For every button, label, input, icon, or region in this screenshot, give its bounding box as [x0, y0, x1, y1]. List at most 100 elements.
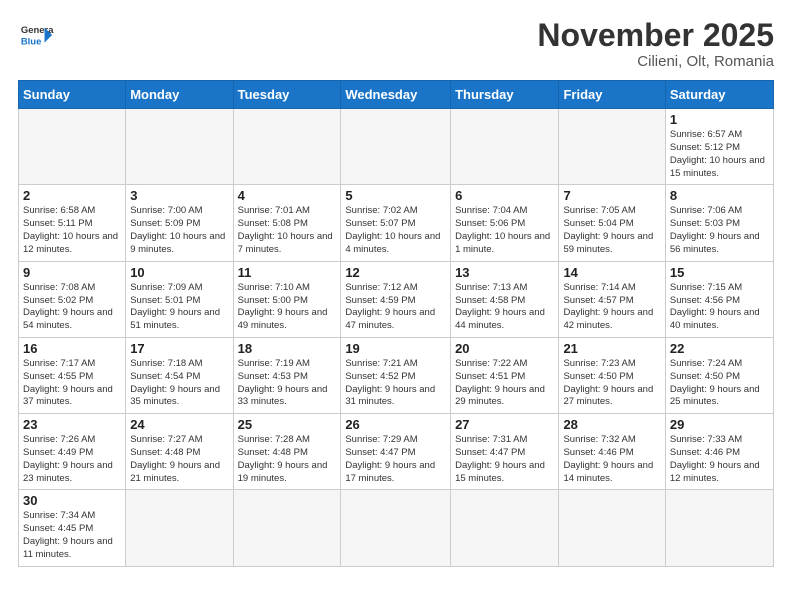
calendar-cell: 17 Sunrise: 7:18 AM Sunset: 4:54 PM Dayli… — [126, 337, 233, 413]
calendar-cell: 3Sunrise: 7:00 AM Sunset: 5:09 PM Daylig… — [126, 185, 233, 261]
day-number: 13 — [455, 265, 554, 280]
day-number: 8 — [670, 188, 769, 203]
day-info: Sunrise: 7:18 AM Sunset: 4:54 PM Dayligh… — [130, 358, 228, 409]
day-info: Sunrise: 7:34 AM Sunset: 4:45 PM Dayligh… — [23, 510, 121, 561]
calendar-cell: 15 Sunrise: 7:15 AM Sunset: 4:56 PM Dayli… — [665, 261, 773, 337]
day-number: 5 — [345, 188, 446, 203]
calendar-cell: 26 Sunrise: 7:29 AM Sunset: 4:47 PM Dayli… — [341, 414, 451, 490]
day-number: 3 — [130, 188, 228, 203]
days-of-week-row: SundayMondayTuesdayWednesdayThursdayFrid… — [19, 81, 774, 109]
calendar-week-row: 1 Sunrise: 6:57 AM Sunset: 5:12 PM Daylig… — [19, 109, 774, 185]
day-of-week-header: Friday — [559, 81, 665, 109]
day-info: Sunrise: 7:06 AM Sunset: 5:03 PM Dayligh… — [670, 205, 769, 256]
day-info: Sunrise: 7:22 AM Sunset: 4:51 PM Dayligh… — [455, 358, 554, 409]
calendar-week-row: 23 Sunrise: 7:26 AM Sunset: 4:49 PM Dayli… — [19, 414, 774, 490]
day-info: Sunrise: 7:10 AM Sunset: 5:00 PM Dayligh… — [238, 282, 337, 333]
calendar-cell: 2 Sunrise: 6:58 AM Sunset: 5:11 PM Daylig… — [19, 185, 126, 261]
day-of-week-header: Tuesday — [233, 81, 341, 109]
day-info: Sunrise: 7:13 AM Sunset: 4:58 PM Dayligh… — [455, 282, 554, 333]
calendar-week-row: 16 Sunrise: 7:17 AM Sunset: 4:55 PM Dayli… — [19, 337, 774, 413]
calendar-cell — [451, 490, 559, 566]
day-number: 28 — [563, 417, 660, 432]
day-number: 2 — [23, 188, 121, 203]
day-info: Sunrise: 7:27 AM Sunset: 4:48 PM Dayligh… — [130, 434, 228, 485]
calendar-cell: 10 Sunrise: 7:09 AM Sunset: 5:01 PM Dayli… — [126, 261, 233, 337]
day-info: Sunrise: 7:17 AM Sunset: 4:55 PM Dayligh… — [23, 358, 121, 409]
day-number: 30 — [23, 493, 121, 508]
day-info: Sunrise: 7:01 AM Sunset: 5:08 PM Dayligh… — [238, 205, 337, 256]
header: General Blue November 2025 Cilieni, Olt,… — [18, 18, 774, 70]
calendar-cell — [559, 109, 665, 185]
day-info: Sunrise: 7:29 AM Sunset: 4:47 PM Dayligh… — [345, 434, 446, 485]
calendar-cell: 8 Sunrise: 7:06 AM Sunset: 5:03 PM Daylig… — [665, 185, 773, 261]
day-info: Sunrise: 7:33 AM Sunset: 4:46 PM Dayligh… — [670, 434, 769, 485]
calendar-cell: 30 Sunrise: 7:34 AM Sunset: 4:45 PM Dayli… — [19, 490, 126, 566]
day-info: Sunrise: 6:57 AM Sunset: 5:12 PM Dayligh… — [670, 129, 769, 180]
day-number: 24 — [130, 417, 228, 432]
day-of-week-header: Sunday — [19, 81, 126, 109]
day-of-week-header: Saturday — [665, 81, 773, 109]
day-info: Sunrise: 7:23 AM Sunset: 4:50 PM Dayligh… — [563, 358, 660, 409]
title-block: November 2025 Cilieni, Olt, Romania — [537, 18, 774, 70]
calendar-table: SundayMondayTuesdayWednesdayThursdayFrid… — [18, 80, 774, 567]
day-info: Sunrise: 7:32 AM Sunset: 4:46 PM Dayligh… — [563, 434, 660, 485]
location-subtitle: Cilieni, Olt, Romania — [537, 53, 774, 70]
calendar-cell: 29 Sunrise: 7:33 AM Sunset: 4:46 PM Dayli… — [665, 414, 773, 490]
calendar-cell: 22 Sunrise: 7:24 AM Sunset: 4:50 PM Dayli… — [665, 337, 773, 413]
calendar-cell — [665, 490, 773, 566]
day-info: Sunrise: 7:26 AM Sunset: 4:49 PM Dayligh… — [23, 434, 121, 485]
calendar-cell: 16 Sunrise: 7:17 AM Sunset: 4:55 PM Dayli… — [19, 337, 126, 413]
day-number: 1 — [670, 112, 769, 127]
day-number: 19 — [345, 341, 446, 356]
calendar-cell: 9Sunrise: 7:08 AM Sunset: 5:02 PM Daylig… — [19, 261, 126, 337]
day-info: Sunrise: 7:28 AM Sunset: 4:48 PM Dayligh… — [238, 434, 337, 485]
calendar-cell: 13 Sunrise: 7:13 AM Sunset: 4:58 PM Dayli… — [451, 261, 559, 337]
day-number: 16 — [23, 341, 121, 356]
calendar-week-row: 2 Sunrise: 6:58 AM Sunset: 5:11 PM Daylig… — [19, 185, 774, 261]
day-info: Sunrise: 7:05 AM Sunset: 5:04 PM Dayligh… — [563, 205, 660, 256]
calendar-week-row: 30 Sunrise: 7:34 AM Sunset: 4:45 PM Dayli… — [19, 490, 774, 566]
calendar-cell: 11 Sunrise: 7:10 AM Sunset: 5:00 PM Dayli… — [233, 261, 341, 337]
calendar-body: 1 Sunrise: 6:57 AM Sunset: 5:12 PM Daylig… — [19, 109, 774, 567]
day-number: 26 — [345, 417, 446, 432]
calendar-cell: 23 Sunrise: 7:26 AM Sunset: 4:49 PM Dayli… — [19, 414, 126, 490]
day-info: Sunrise: 7:31 AM Sunset: 4:47 PM Dayligh… — [455, 434, 554, 485]
day-number: 6 — [455, 188, 554, 203]
day-info: Sunrise: 7:09 AM Sunset: 5:01 PM Dayligh… — [130, 282, 228, 333]
day-number: 27 — [455, 417, 554, 432]
day-info: Sunrise: 7:04 AM Sunset: 5:06 PM Dayligh… — [455, 205, 554, 256]
logo-icon: General Blue — [18, 18, 54, 54]
calendar-cell: 21 Sunrise: 7:23 AM Sunset: 4:50 PM Dayli… — [559, 337, 665, 413]
day-number: 15 — [670, 265, 769, 280]
day-info: Sunrise: 7:19 AM Sunset: 4:53 PM Dayligh… — [238, 358, 337, 409]
day-info: Sunrise: 7:24 AM Sunset: 4:50 PM Dayligh… — [670, 358, 769, 409]
day-number: 7 — [563, 188, 660, 203]
day-info: Sunrise: 6:58 AM Sunset: 5:11 PM Dayligh… — [23, 205, 121, 256]
calendar-week-row: 9Sunrise: 7:08 AM Sunset: 5:02 PM Daylig… — [19, 261, 774, 337]
day-info: Sunrise: 7:15 AM Sunset: 4:56 PM Dayligh… — [670, 282, 769, 333]
day-number: 10 — [130, 265, 228, 280]
day-number: 11 — [238, 265, 337, 280]
calendar-cell: 20Sunrise: 7:22 AM Sunset: 4:51 PM Dayli… — [451, 337, 559, 413]
day-number: 12 — [345, 265, 446, 280]
calendar-cell: 25 Sunrise: 7:28 AM Sunset: 4:48 PM Dayli… — [233, 414, 341, 490]
day-number: 21 — [563, 341, 660, 356]
calendar-cell: 12Sunrise: 7:12 AM Sunset: 4:59 PM Dayli… — [341, 261, 451, 337]
day-number: 14 — [563, 265, 660, 280]
day-number: 29 — [670, 417, 769, 432]
calendar-cell: 4Sunrise: 7:01 AM Sunset: 5:08 PM Daylig… — [233, 185, 341, 261]
calendar-cell: 24 Sunrise: 7:27 AM Sunset: 4:48 PM Dayli… — [126, 414, 233, 490]
day-number: 9 — [23, 265, 121, 280]
calendar-cell: 6 Sunrise: 7:04 AM Sunset: 5:06 PM Daylig… — [451, 185, 559, 261]
day-number: 22 — [670, 341, 769, 356]
day-number: 23 — [23, 417, 121, 432]
calendar-cell: 19 Sunrise: 7:21 AM Sunset: 4:52 PM Dayli… — [341, 337, 451, 413]
calendar-cell — [341, 109, 451, 185]
day-info: Sunrise: 7:14 AM Sunset: 4:57 PM Dayligh… — [563, 282, 660, 333]
logo: General Blue — [18, 18, 54, 54]
day-number: 25 — [238, 417, 337, 432]
day-number: 17 — [130, 341, 228, 356]
day-info: Sunrise: 7:21 AM Sunset: 4:52 PM Dayligh… — [345, 358, 446, 409]
calendar-cell — [233, 490, 341, 566]
calendar-cell: 1 Sunrise: 6:57 AM Sunset: 5:12 PM Daylig… — [665, 109, 773, 185]
